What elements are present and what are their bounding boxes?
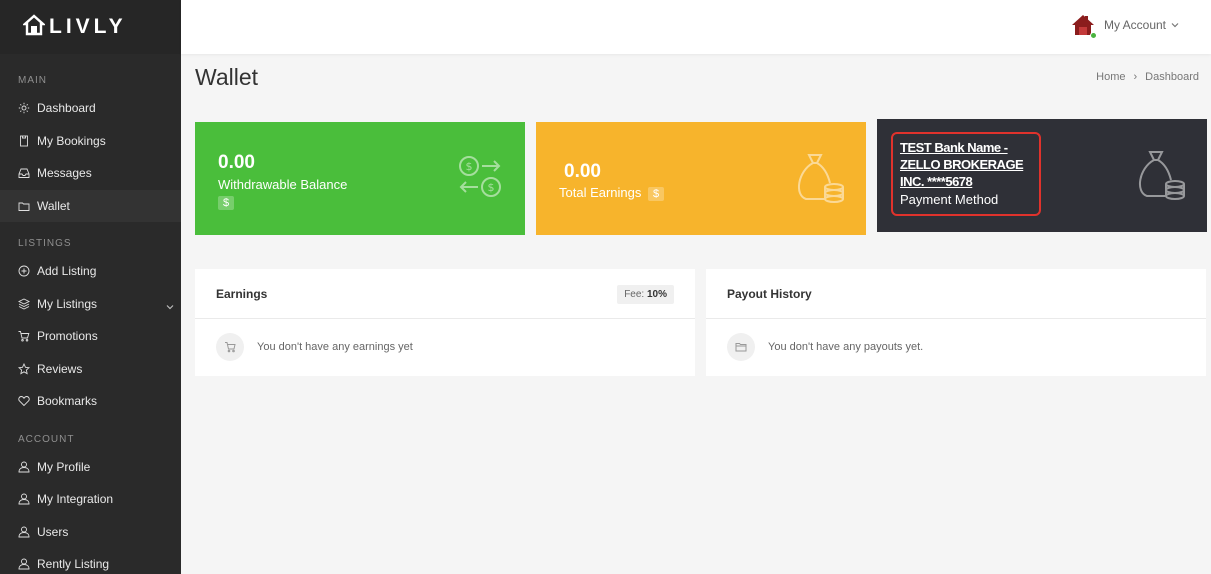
gear-icon (18, 102, 30, 114)
sidebar-item-reviews[interactable]: Reviews (0, 353, 181, 386)
house-logo-icon (21, 13, 47, 41)
payment-method-label: Payment Method (900, 192, 999, 207)
breadcrumb: Home › Dashboard (1096, 71, 1199, 83)
top-header: My Account (181, 0, 1211, 54)
svg-text:$: $ (466, 160, 473, 173)
sidebar-item-label: Bookmarks (37, 394, 98, 409)
online-status-dot (1089, 32, 1097, 39)
sidebar: LIVLY Main Dashboard My Bookings Messages Wa… (0, 0, 181, 574)
chevron-down-icon[interactable] (166, 300, 174, 314)
cart-icon (216, 333, 244, 361)
breadcrumb-separator: › (1133, 71, 1138, 83)
logo-text: LIVLY (49, 15, 127, 38)
currency-badge: $ (648, 187, 665, 201)
cart-icon (18, 330, 30, 342)
sidebar-item-messages[interactable]: Messages (0, 157, 181, 190)
user-icon (18, 526, 30, 538)
earnings-empty-text: You don't have any earnings yet (257, 341, 413, 353)
earnings-title: Earnings (216, 286, 268, 301)
exchange-dollar-icon: $ $ (457, 154, 503, 205)
fee-badge: Fee: 10% (617, 285, 674, 304)
fee-value: 10% (646, 289, 667, 300)
folder-icon (727, 333, 755, 361)
total-earnings-card: 0.00 Total Earnings $ (536, 122, 866, 235)
inbox-icon (18, 167, 30, 179)
page-title: Wallet (195, 64, 259, 90)
sidebar-item-label: My Bookings (37, 133, 106, 148)
sidebar-item-label: My Integration (37, 492, 114, 507)
breadcrumb-dashboard[interactable]: Dashboard (1145, 71, 1199, 83)
sidebar-item-label: My Profile (37, 459, 91, 474)
account-label: My Account (1103, 18, 1166, 32)
nav-section-listings: Listings (18, 238, 72, 249)
sidebar-item-my-profile[interactable]: My Profile (0, 451, 181, 484)
account-menu[interactable]: My Account (1071, 13, 1179, 39)
money-bag-icon (792, 151, 846, 210)
sidebar-item-wallet[interactable]: Wallet (0, 189, 181, 222)
user-icon (18, 558, 30, 570)
sidebar-item-dashboard[interactable]: Dashboard (0, 92, 181, 125)
payout-history-title: Payout History (727, 286, 812, 301)
sidebar-item-promotions[interactable]: Promotions (0, 320, 181, 353)
sidebar-item-label: Reviews (37, 361, 83, 376)
sidebar-item-my-bookings[interactable]: My Bookings (0, 125, 181, 158)
currency-badge: $ (218, 196, 235, 210)
withdrawable-balance-value: 0.00 (218, 152, 255, 173)
sidebar-nav: Main Dashboard My Bookings Messages Wallet Li… (0, 54, 181, 574)
nav-section-account: Account (18, 433, 75, 445)
payouts-empty-text: You don't have any payouts yet. (768, 341, 924, 353)
sidebar-item-label: Wallet (37, 198, 70, 213)
sidebar-item-add-listing[interactable]: Add Listing (0, 255, 181, 288)
user-icon (18, 493, 30, 505)
withdrawable-balance-card: 0.00 Withdrawable Balance $ $ $ (195, 122, 525, 235)
sidebar-item-label: Dashboard (37, 101, 96, 116)
sidebar-item-label: Messages (37, 166, 92, 181)
payment-method-card: TEST Bank Name - ZELLO BROKERAGE INC. **… (877, 119, 1207, 232)
logo[interactable]: LIVLY (0, 0, 181, 54)
avatar[interactable] (1071, 13, 1097, 39)
total-earnings-label: Total Earnings (559, 185, 642, 200)
sidebar-item-label: Promotions (37, 329, 98, 344)
sidebar-item-bookmarks[interactable]: Bookmarks (0, 385, 181, 418)
layers-icon (18, 298, 30, 310)
svg-text:$: $ (488, 181, 495, 194)
wallet-icon (18, 200, 30, 212)
bookings-icon (18, 135, 30, 147)
payout-history-panel: Payout History You don't have any payout… (706, 269, 1206, 376)
sidebar-item-label: Rently Listing (37, 557, 110, 572)
sidebar-item-my-integration[interactable]: My Integration (0, 483, 181, 516)
user-icon (18, 461, 30, 473)
bank-account-link[interactable]: TEST Bank Name - ZELLO BROKERAGE INC. **… (900, 139, 1032, 190)
heart-icon (18, 395, 30, 407)
fee-label: Fee: (624, 289, 645, 300)
sidebar-item-users[interactable]: Users (0, 516, 181, 549)
sidebar-item-my-listings[interactable]: My Listings (0, 288, 181, 321)
chevron-down-icon (1171, 16, 1179, 34)
sidebar-item-label: My Listings (37, 296, 98, 311)
earnings-panel: Earnings Fee: 10% You don't have any ear… (195, 269, 695, 376)
withdrawable-balance-label: Withdrawable Balance (218, 177, 348, 192)
payment-method-highlight: TEST Bank Name - ZELLO BROKERAGE INC. **… (891, 132, 1041, 216)
plus-circle-icon (18, 265, 30, 277)
sidebar-item-label: Add Listing (37, 264, 97, 279)
nav-section-main: Main (18, 75, 47, 86)
breadcrumb-home[interactable]: Home (1096, 71, 1125, 83)
star-icon (18, 362, 30, 375)
sidebar-item-rently-listing[interactable]: Rently Listing (0, 548, 181, 574)
money-bag-icon (1133, 148, 1187, 207)
sidebar-item-label: Users (37, 524, 69, 539)
total-earnings-value: 0.00 (564, 161, 601, 182)
